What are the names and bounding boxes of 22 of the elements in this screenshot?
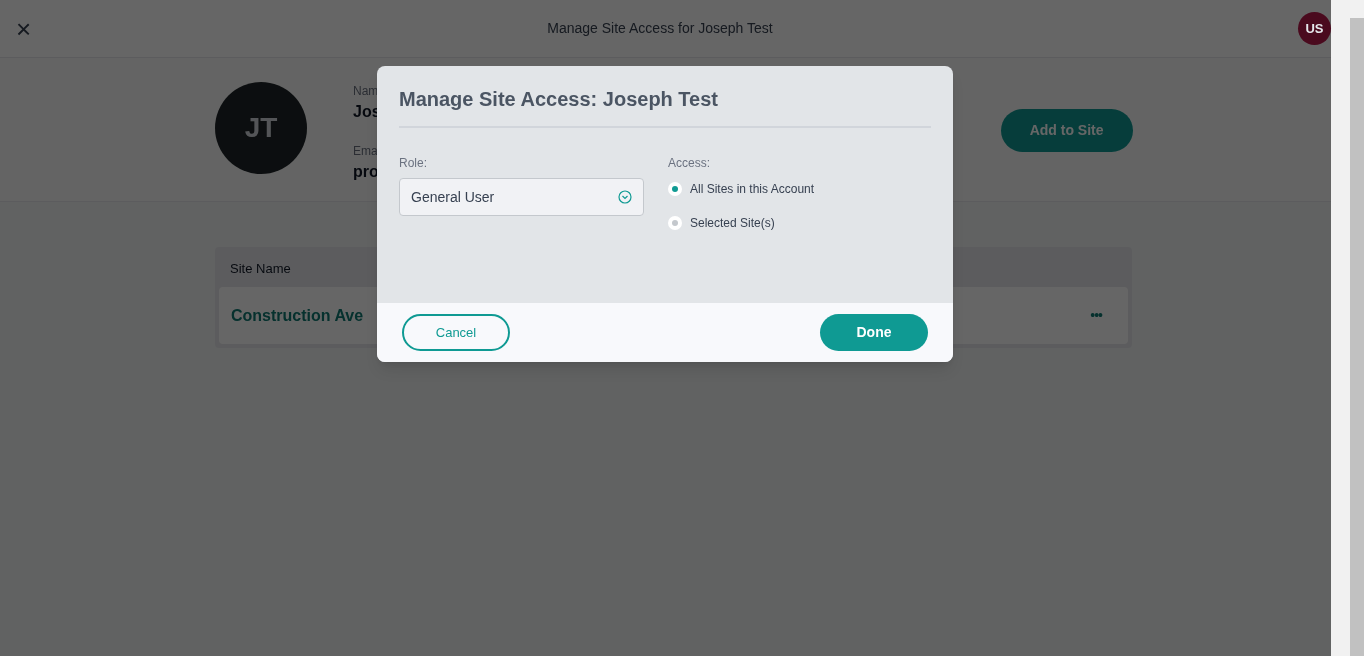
role-dropdown[interactable]: General User: [399, 178, 644, 216]
chevron-down-icon: [618, 190, 632, 204]
more-menu[interactable]: •••: [1090, 305, 1102, 326]
radio-button[interactable]: [668, 216, 682, 230]
radio-button[interactable]: [668, 182, 682, 196]
cancel-button[interactable]: Cancel: [402, 314, 510, 351]
access-label: Access:: [668, 155, 711, 172]
page-title: Manage Site Access for Joseph Test: [546, 19, 774, 38]
radio-label: All Sites in this Account: [690, 181, 815, 198]
scrollbar[interactable]: [1331, 0, 1364, 656]
site-name[interactable]: Construction Ave: [231, 303, 364, 328]
radio-label: Selected Site(s): [690, 215, 775, 232]
add-to-site-button[interactable]: Add to Site: [1000, 109, 1133, 152]
close-icon[interactable]: ×: [16, 15, 30, 42]
role-label: Role:: [399, 155, 428, 172]
user-avatar: JT: [215, 82, 307, 174]
email-label: Ema: [353, 143, 379, 160]
column-header: Site Name: [230, 260, 291, 279]
email-value: pro: [353, 162, 380, 182]
dialog-title: Manage Site Access: Joseph Test: [399, 84, 931, 128]
name-label: Nam: [353, 83, 380, 100]
done-button[interactable]: Done: [820, 314, 928, 351]
